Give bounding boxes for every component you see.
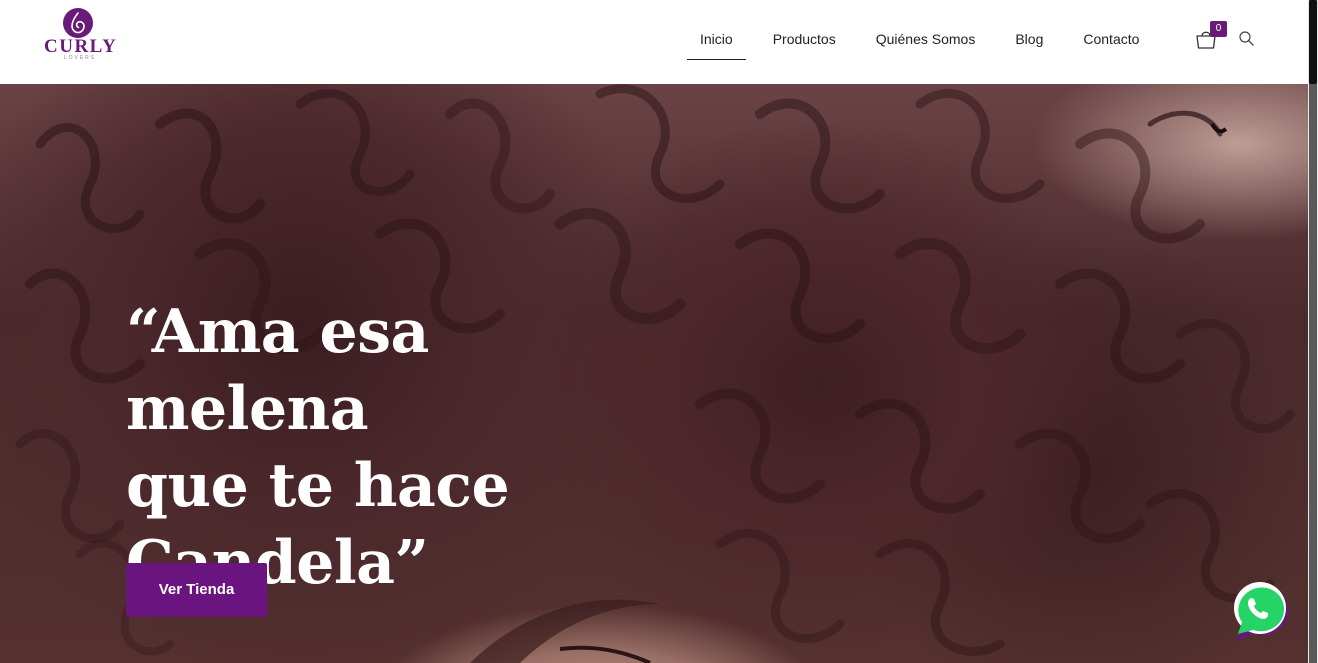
- hero-quote-line-1: “Ama esa melena: [126, 297, 429, 444]
- nav-item-productos[interactable]: Productos: [760, 0, 849, 78]
- site-logo[interactable]: CURLY LOVERS: [44, 8, 118, 66]
- site-header: CURLY LOVERS Inicio Productos Quiénes So…: [0, 0, 1308, 84]
- nav-item-inicio[interactable]: Inicio: [687, 0, 746, 78]
- page-scrollbar[interactable]: [1308, 0, 1318, 663]
- whatsapp-icon[interactable]: [1228, 578, 1292, 642]
- nav-item-blog[interactable]: Blog: [1002, 0, 1056, 78]
- nav-item-quienes-somos[interactable]: Quiénes Somos: [863, 0, 989, 78]
- hero-quote-line-2: que te hace: [126, 451, 510, 521]
- drop-logo-icon: [63, 8, 93, 38]
- ver-tienda-button[interactable]: Ver Tienda: [126, 563, 267, 617]
- main-nav: Inicio Productos Quiénes Somos Blog Cont…: [687, 0, 1166, 84]
- scrollbar-track[interactable]: [1309, 84, 1317, 663]
- hero-banner: “Ama esa melena que te hace Candela” Ver…: [0, 84, 1308, 663]
- logo-tagline: LOVERS: [63, 55, 97, 61]
- hero-quote: “Ama esa melena que te hace Candela”: [126, 294, 686, 602]
- scrollbar-thumb[interactable]: [1309, 0, 1317, 84]
- nav-item-contacto[interactable]: Contacto: [1070, 0, 1152, 78]
- search-icon[interactable]: [1238, 30, 1255, 47]
- cart-count-badge: 0: [1210, 21, 1227, 37]
- page: CURLY LOVERS Inicio Productos Quiénes So…: [0, 0, 1318, 663]
